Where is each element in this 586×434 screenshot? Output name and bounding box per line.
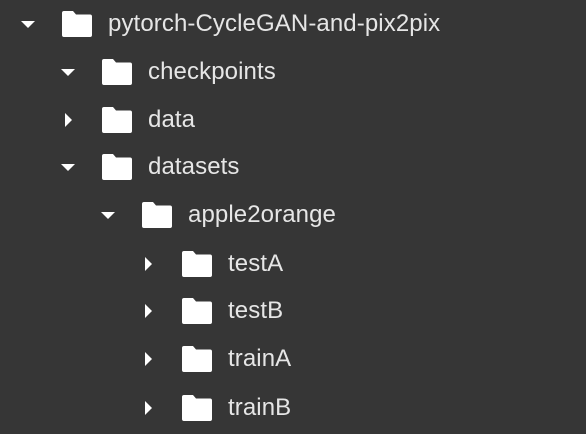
caret-right-icon[interactable] bbox=[138, 398, 158, 418]
tree-item-testb[interactable]: testB bbox=[0, 289, 586, 333]
tree-item-label: data bbox=[148, 106, 196, 133]
folder-icon bbox=[100, 58, 134, 86]
tree-item-datasets[interactable]: datasets bbox=[0, 145, 586, 189]
folder-icon bbox=[180, 297, 214, 325]
tree-item-trainb[interactable]: trainB bbox=[0, 386, 586, 430]
tree-item-label: datasets bbox=[148, 153, 240, 180]
tree-item-label: trainA bbox=[228, 345, 292, 372]
tree-item-testa[interactable]: testA bbox=[0, 242, 586, 286]
folder-icon bbox=[180, 394, 214, 422]
caret-down-icon[interactable] bbox=[18, 14, 38, 34]
caret-right-icon[interactable] bbox=[138, 254, 158, 274]
folder-icon bbox=[140, 201, 174, 229]
caret-right-icon[interactable] bbox=[138, 301, 158, 321]
tree-item-checkpoints[interactable]: checkpoints bbox=[0, 50, 586, 94]
folder-icon bbox=[100, 153, 134, 181]
tree-item-label: checkpoints bbox=[148, 58, 276, 85]
caret-down-icon[interactable] bbox=[98, 205, 118, 225]
folder-icon bbox=[180, 345, 214, 373]
tree-item-traina[interactable]: trainA bbox=[0, 337, 586, 381]
caret-right-icon[interactable] bbox=[138, 349, 158, 369]
file-tree: pytorch-CycleGAN-and-pix2pix checkpoints… bbox=[0, 0, 586, 434]
folder-icon bbox=[60, 10, 94, 38]
tree-item-label: pytorch-CycleGAN-and-pix2pix bbox=[108, 10, 441, 37]
tree-item-label: testB bbox=[228, 297, 284, 324]
caret-down-icon[interactable] bbox=[58, 62, 78, 82]
folder-icon bbox=[100, 106, 134, 134]
caret-right-icon[interactable] bbox=[58, 110, 78, 130]
tree-item-label: testA bbox=[228, 250, 284, 277]
tree-item-pytorch-cyclegan-and-pix2pix[interactable]: pytorch-CycleGAN-and-pix2pix bbox=[0, 2, 586, 46]
tree-item-label: apple2orange bbox=[188, 201, 337, 228]
folder-icon bbox=[180, 250, 214, 278]
caret-down-icon[interactable] bbox=[58, 157, 78, 177]
tree-item-label: trainB bbox=[228, 394, 292, 421]
tree-item-apple2orange[interactable]: apple2orange bbox=[0, 193, 586, 237]
tree-item-data[interactable]: data bbox=[0, 98, 586, 142]
